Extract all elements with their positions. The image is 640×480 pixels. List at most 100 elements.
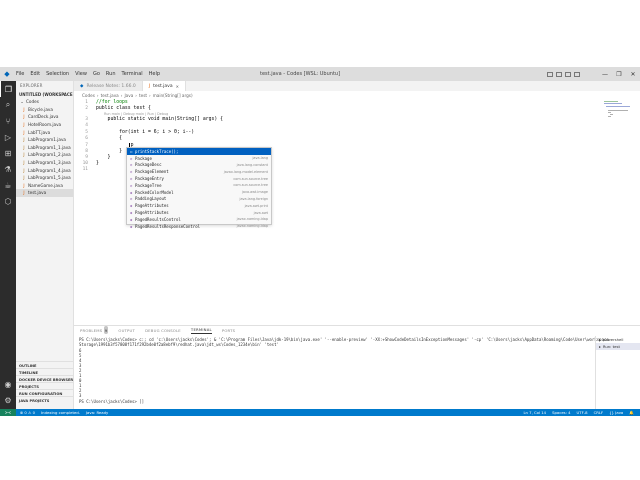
suggestion-item[interactable]: ◈ PageAttributes java.awt — [127, 209, 271, 216]
status-bar: >< ⊗ 0 ⚠ 0 Indexing completed. Java: Rea… — [0, 409, 640, 416]
breadcrumb-item[interactable]: test — [139, 93, 147, 98]
menu-bar: File Edit Selection View Go Run Terminal… — [16, 71, 160, 77]
tab-output[interactable]: OUTPUT — [118, 326, 135, 334]
encoding[interactable]: UTF-8 — [577, 410, 588, 415]
menu-selection[interactable]: Selection — [46, 71, 69, 77]
minimap[interactable] — [600, 99, 640, 325]
suggestion-item[interactable]: ◈ PackedColorModel java.awt.image — [127, 189, 271, 196]
terminal-item[interactable]: ▸ powershell — [596, 336, 640, 343]
bell-icon[interactable]: 🔔 — [629, 410, 634, 415]
gear-icon[interactable]: ⚙ — [0, 393, 16, 407]
extensions-icon[interactable]: ⊞ — [0, 145, 16, 161]
terminal-item-selected[interactable]: ▸ Run: test — [596, 343, 640, 350]
language-mode[interactable]: {} Java — [609, 410, 623, 415]
minimize-button[interactable]: — — [598, 67, 612, 81]
close-tab-icon[interactable]: ✕ — [176, 84, 179, 89]
java-file-icon: J — [23, 167, 25, 173]
menu-go[interactable]: Go — [93, 71, 100, 77]
suggestion-item[interactable]: ◇ PaddingLayout java.lang.foreign — [127, 196, 271, 203]
tab-release-notes[interactable]: ◆ Release Notes: 1.66.0 — [74, 81, 143, 91]
suggestion-item[interactable]: ◈ PagedResultsResponseControl javax.naming… — [127, 223, 271, 230]
indentation[interactable]: Spaces: 4 — [552, 410, 570, 415]
suggestion-item[interactable]: ◇ PackageElement javax.lang.model.element — [127, 168, 271, 175]
toggle-secondary-sidebar-icon[interactable] — [565, 71, 571, 77]
tab-test-java[interactable]: J test.java ✕ — [142, 81, 186, 91]
suggestion-item[interactable]: ◇ Package java.lang — [127, 155, 271, 162]
file-item[interactable]: J CardDeck.java — [16, 113, 73, 121]
file-item[interactable]: J NameGame.java — [16, 182, 73, 190]
tab-problems[interactable]: PROBLEMS 9 — [80, 326, 109, 334]
source-control-icon[interactable]: ⑂ — [0, 113, 16, 129]
breadcrumb-item[interactable]: Codes — [82, 93, 95, 98]
toggle-panel-icon[interactable] — [556, 71, 562, 77]
maximize-button[interactable]: ❐ — [612, 67, 626, 81]
breadcrumb-item[interactable]: Java — [124, 93, 133, 98]
file-item[interactable]: J HotelRoom.java — [16, 121, 73, 129]
file-item[interactable]: J LabProgram1_4.java — [16, 166, 73, 174]
toggle-sidebar-icon[interactable] — [547, 71, 553, 77]
codelens-run-debug[interactable]: Run main | Debug main | Run | Debug — [104, 112, 168, 116]
file-item[interactable]: J LabProgram1_3.java — [16, 159, 73, 167]
suggestion-item[interactable]: ◇ PackageDesc java.lang.constant — [127, 162, 271, 169]
suggestion-item[interactable]: ◇ PackageTree com.sun.source.tree — [127, 182, 271, 189]
menu-help[interactable]: Help — [149, 71, 160, 77]
close-button[interactable]: ✕ — [626, 67, 640, 81]
tab-debug-console[interactable]: DEBUG CONSOLE — [145, 326, 181, 334]
customize-layout-icon[interactable] — [574, 71, 580, 77]
breadcrumb-item[interactable]: test.java — [101, 93, 119, 98]
file-item-selected[interactable]: Jtest.java — [16, 189, 73, 197]
file-item[interactable]: J LabTT.java — [16, 128, 73, 136]
account-icon[interactable]: ◉ — [0, 377, 16, 391]
workspace-header[interactable]: UNTITLED (WORKSPACE) — [16, 90, 73, 98]
problems-status[interactable]: ⊗ 0 ⚠ 0 — [20, 410, 35, 415]
cursor-position[interactable]: Ln 7, Col 14 — [523, 410, 546, 415]
file-item[interactable]: J LabProgram1.java — [16, 136, 73, 144]
file-item[interactable]: J LabProgram1_2.java — [16, 151, 73, 159]
timeline-section[interactable]: TIMELINE — [16, 368, 74, 375]
menu-terminal[interactable]: Terminal — [122, 71, 143, 77]
suggestion-item[interactable]: ◇ PackageEntry com.sun.source.tree — [127, 175, 271, 182]
line-ending[interactable]: CRLF — [594, 410, 604, 415]
menu-edit[interactable]: Edit — [30, 71, 40, 77]
line-number: 5 — [85, 130, 88, 135]
file-item[interactable]: J LabProgram1_1.java — [16, 144, 73, 152]
status-right: Ln 7, Col 14 Spaces: 4 UTF-8 CRLF {} Jav… — [523, 410, 634, 415]
java-icon[interactable]: ☕ — [0, 177, 16, 193]
file-item[interactable]: J Bicycle.java — [16, 106, 73, 114]
bottom-panel: PROBLEMS 9 OUTPUT DEBUG CONSOLE TERMINAL… — [74, 325, 640, 410]
search-icon[interactable]: ⌕ — [0, 97, 16, 113]
files-icon[interactable]: ❐ — [0, 81, 16, 97]
suggestion-item[interactable]: ▭ printStackTrace(); — [127, 148, 271, 155]
suggestion-item[interactable]: ◈ PageAttributes java.awt.print — [127, 202, 271, 209]
panel-tabs: PROBLEMS 9 OUTPUT DEBUG CONSOLE TERMINAL… — [74, 326, 235, 334]
menu-view[interactable]: View — [75, 71, 87, 77]
tab-terminal[interactable]: TERMINAL — [190, 326, 212, 334]
tab-ports[interactable]: PORTS — [222, 326, 235, 334]
run-debug-icon[interactable]: ▷ — [0, 129, 16, 145]
line-number: 11 — [82, 167, 88, 172]
terminal-line: Storage\1991b3f57808f171f292b4e0f2a8ebf9… — [79, 342, 279, 347]
code-line: for(int i = 6; i > 0; i--) — [96, 130, 195, 135]
java-status[interactable]: Java: Ready — [86, 410, 108, 415]
suggestion-item[interactable]: ◈ PagedResultsControl javax.naming.ldap — [127, 216, 271, 223]
docker-device-browser-section[interactable]: DOCKER DEVICE BROWSER — [16, 375, 74, 382]
file-item[interactable]: J LabProgram1_5.java — [16, 174, 73, 182]
run-configuration-section[interactable]: RUN CONFIGURATION — [16, 389, 74, 396]
line-number: 4 — [85, 123, 88, 128]
menu-file[interactable]: File — [16, 71, 24, 77]
breadcrumb-item[interactable]: main(String[] args) — [153, 93, 193, 98]
chevron-down-icon: ⌄ — [20, 99, 24, 105]
terminal-prompt[interactable]: PS C:\Users\jacks\Codes> [] — [79, 399, 144, 404]
folder-codes[interactable]: ⌄ Codes — [16, 98, 73, 106]
remote-icon[interactable]: ⬡ — [0, 193, 16, 209]
code-line: } — [96, 149, 122, 154]
line-number: 6 — [85, 136, 88, 141]
projects-section[interactable]: PROJECTS — [16, 382, 74, 389]
remote-indicator[interactable]: >< — [0, 409, 16, 416]
testing-icon[interactable]: ⚗ — [0, 161, 16, 177]
menu-run[interactable]: Run — [106, 71, 116, 77]
code-line: //for loops — [96, 100, 128, 105]
terminal-line: 3 — [79, 393, 82, 398]
java-projects-section[interactable]: JAVA PROJECTS — [16, 396, 74, 403]
outline-section[interactable]: OUTLINE — [16, 361, 74, 368]
